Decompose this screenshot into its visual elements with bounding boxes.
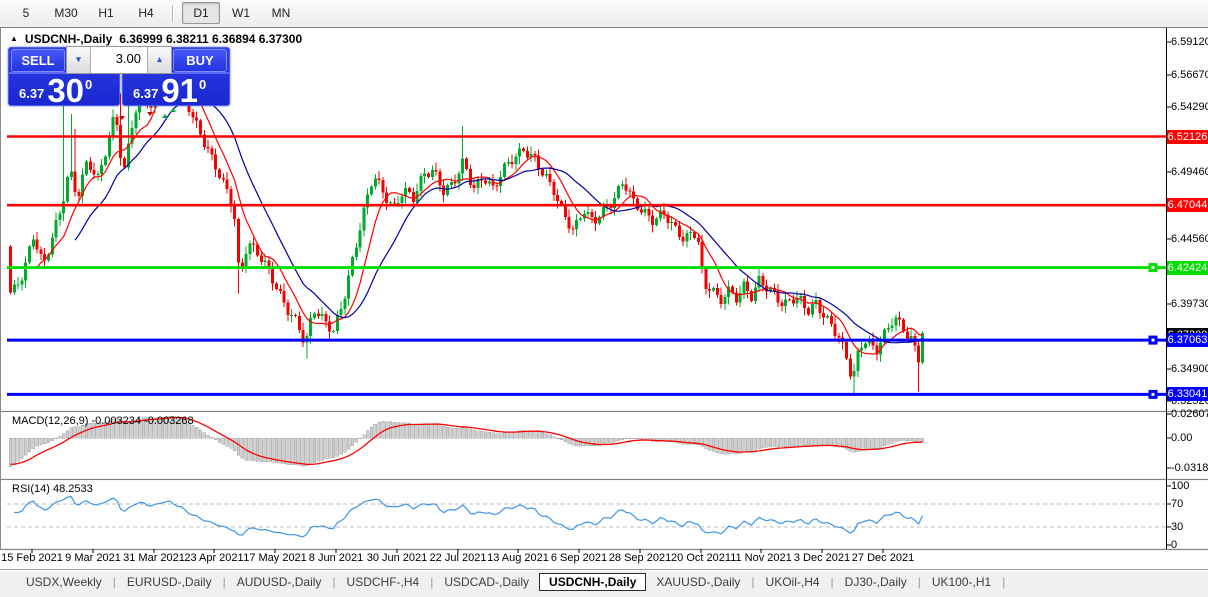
price-axis-tick: 6.54290 bbox=[1171, 101, 1208, 113]
date-axis-tick: 23 Apr 2021 bbox=[184, 552, 244, 564]
rsi-line bbox=[14, 495, 924, 538]
price-line-label: 6.42424 bbox=[1167, 260, 1208, 275]
volume-spinner: ▾ 3.00 ▴ bbox=[66, 46, 172, 74]
price-axis-tick: 6.44560 bbox=[1171, 233, 1208, 245]
ma-slow-line bbox=[74, 94, 923, 344]
date-axis-tick: 9 Mar 2021 bbox=[65, 552, 121, 564]
chart-graphics[interactable] bbox=[0, 28, 1208, 570]
date-axis-tick: 17 May 2021 bbox=[243, 552, 307, 564]
volume-increase-button[interactable]: ▴ bbox=[147, 47, 171, 73]
buy-price-point: 0 bbox=[199, 77, 207, 92]
sell-price-pips: 30 bbox=[47, 72, 85, 109]
buy-price-pips: 91 bbox=[161, 72, 199, 109]
price-axis-tick: 6.39730 bbox=[1171, 298, 1208, 310]
rsi-axis-tick: 0 bbox=[1171, 539, 1178, 551]
ma-fast-line bbox=[36, 78, 923, 355]
chart-tab-xauusd-daily[interactable]: XAUUSD-,Daily bbox=[646, 573, 750, 591]
chart-canvas[interactable]: ▲ USDCNH-,Daily 6.36999 6.38211 6.36894 … bbox=[0, 27, 1208, 570]
macd-axis-tick: -0.03187 bbox=[1171, 462, 1208, 474]
buy-button[interactable]: BUY bbox=[173, 49, 227, 72]
chart-header: ▲ USDCNH-,Daily 6.36999 6.38211 6.36894 … bbox=[10, 32, 302, 46]
sell-arrow-icon bbox=[119, 116, 125, 120]
chart-tab-dj30-daily[interactable]: DJ30-,Daily bbox=[835, 573, 917, 591]
collapse-panel-icon[interactable]: ▲ bbox=[10, 34, 18, 43]
chart-tab-usdx-weekly[interactable]: USDX,Weekly bbox=[16, 573, 112, 591]
timeframe-button-h4[interactable]: H4 bbox=[127, 2, 165, 24]
date-axis-tick: 15 Feb 2021 bbox=[1, 552, 63, 564]
timeframe-button-5[interactable]: 5 bbox=[7, 2, 45, 24]
date-axis-tick: 22 Jul 2021 bbox=[429, 552, 487, 564]
rsi-axis-tick: 100 bbox=[1171, 480, 1190, 492]
price-axis-tick: 6.59120 bbox=[1171, 36, 1208, 48]
chart-tab-usdcnh-daily[interactable]: USDCNH-,Daily bbox=[539, 572, 647, 591]
timeframe-button-mn[interactable]: MN bbox=[262, 2, 300, 24]
volume-decrease-button[interactable]: ▾ bbox=[67, 47, 91, 73]
buy-arrow-icon bbox=[162, 114, 168, 118]
status-bar bbox=[0, 592, 1208, 597]
chart-tab-usdchf-h4[interactable]: USDCHF-,H4 bbox=[337, 573, 430, 591]
chart-tab-audusd-daily[interactable]: AUDUSD-,Daily bbox=[227, 573, 332, 591]
sell-button[interactable]: SELL bbox=[11, 49, 65, 72]
date-axis-tick: 27 Dec 2021 bbox=[851, 552, 915, 564]
date-axis-tick: 28 Sep 2021 bbox=[608, 552, 672, 564]
volume-input[interactable]: 3.00 bbox=[91, 47, 147, 73]
sell-price-big-figure: 6.37 bbox=[19, 86, 45, 101]
sell-price-point: 0 bbox=[85, 77, 93, 92]
rsi-indicator-label: RSI(14) 48.2533 bbox=[12, 483, 93, 495]
price-line-label: 6.37063 bbox=[1167, 333, 1208, 348]
tab-separator: | bbox=[1002, 574, 1006, 589]
chart-tab-uk100-h1[interactable]: UK100-,H1 bbox=[922, 573, 1001, 591]
chart-ohlc-quote: 6.36999 6.38211 6.36894 6.37300 bbox=[119, 32, 303, 46]
timeframe-button-d1[interactable]: D1 bbox=[182, 2, 220, 24]
macd-axis-tick: 0.02607 bbox=[1171, 408, 1208, 420]
date-axis-tick: 30 Jun 2021 bbox=[366, 552, 428, 564]
buy-price-big-figure: 6.37 bbox=[133, 86, 159, 101]
timeframe-button-h1[interactable]: H1 bbox=[87, 2, 125, 24]
rsi-axis-tick: 70 bbox=[1171, 498, 1184, 510]
price-line-label: 6.33041 bbox=[1167, 387, 1208, 402]
chart-tab-eurusd-daily[interactable]: EURUSD-,Daily bbox=[117, 573, 222, 591]
macd-axis-tick: 0.00 bbox=[1171, 432, 1193, 444]
timeframe-button-w1[interactable]: W1 bbox=[222, 2, 260, 24]
date-axis-tick: 11 Nov 2021 bbox=[730, 552, 792, 564]
buy-price: 6.37 91 0 bbox=[123, 72, 229, 109]
date-axis-tick: 6 Sep 2021 bbox=[550, 552, 608, 564]
price-axis-tick: 6.56670 bbox=[1171, 69, 1208, 81]
price-axis-tick: 6.49460 bbox=[1171, 166, 1208, 178]
macd-indicator-label: MACD(12,26,9) -0.003234 -0.003268 bbox=[12, 415, 194, 427]
price-line-label: 6.47044 bbox=[1167, 198, 1208, 213]
timeframe-toolbar: 5 M30 H1 H4 D1 W1 MN bbox=[0, 0, 1208, 26]
sell-price: 6.37 30 0 bbox=[9, 72, 119, 109]
date-axis-tick: 3 Dec 2021 bbox=[793, 552, 851, 564]
price-line-label: 6.52126 bbox=[1167, 129, 1208, 144]
price-axis-tick: 6.34900 bbox=[1171, 363, 1208, 375]
toolbar-separator bbox=[172, 4, 174, 22]
date-axis-tick: 8 Jun 2021 bbox=[308, 552, 364, 564]
one-click-trading-panel: SELL 6.37 30 0 BUY 6.37 91 0 ▾ 3.00 ▴ bbox=[8, 46, 230, 109]
timeframe-button-m30[interactable]: M30 bbox=[47, 2, 85, 24]
rsi-axis-tick: 30 bbox=[1171, 521, 1184, 533]
chart-tab-ukoil-h4[interactable]: UKOil-,H4 bbox=[756, 573, 830, 591]
chart-symbol-period: USDCNH-,Daily bbox=[24, 32, 113, 46]
chart-tab-usdcad-daily[interactable]: USDCAD-,Daily bbox=[434, 573, 539, 591]
date-axis-tick: 31 Mar 2021 bbox=[123, 552, 185, 564]
date-axis-tick: 13 Aug 2021 bbox=[487, 552, 549, 564]
date-axis-tick: 20 Oct 2021 bbox=[671, 552, 731, 564]
chart-tab-bar: USDX,Weekly | EURUSD-,Daily | AUDUSD-,Daily |… bbox=[0, 569, 1208, 593]
mt4-terminal: 5 M30 H1 H4 D1 W1 MN ▲ USDCNH-,Daily 6.36999 6… bbox=[0, 0, 1208, 597]
